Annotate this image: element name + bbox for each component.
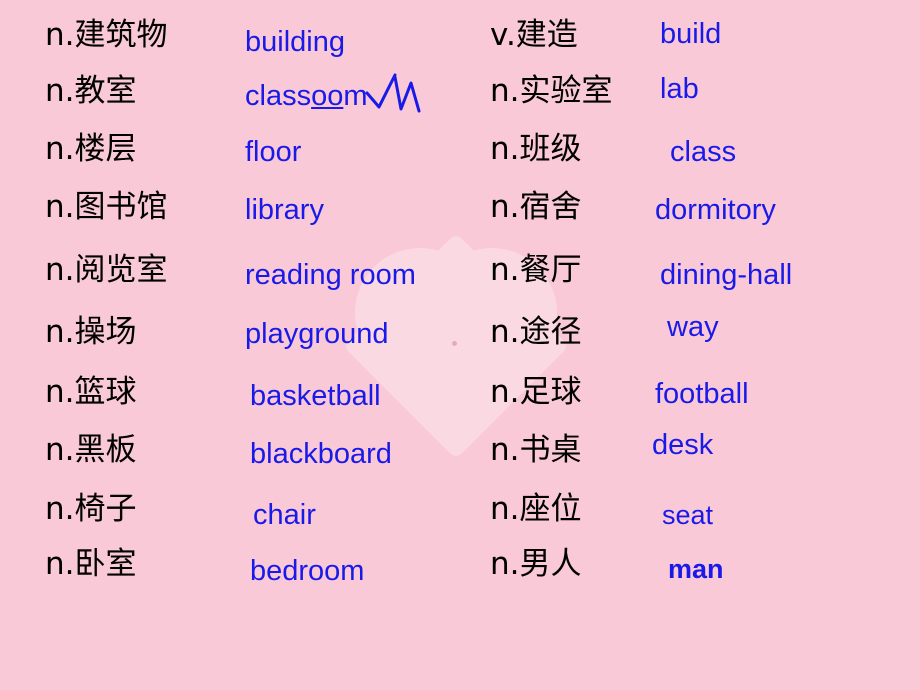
- vocab-row: n.椅子 chair: [0, 487, 455, 544]
- chinese-term: n.楼层: [45, 131, 137, 167]
- english-term: building: [245, 26, 345, 58]
- english-term: dining-hall: [660, 259, 793, 291]
- chinese-term: n.宿舍: [490, 189, 582, 225]
- chinese-term: n.实验室: [490, 73, 613, 109]
- underlined-letters: oo: [311, 80, 344, 112]
- vocab-row: n.卧室 bedroom: [0, 544, 455, 602]
- vocab-row: n.建筑物 building: [0, 0, 455, 68]
- vocab-row: n.实验室 lab: [455, 68, 920, 126]
- vocab-row: n.阅览室 reading room: [0, 249, 455, 307]
- vocab-row: n.餐厅 dining-hall: [455, 249, 920, 307]
- english-term: class: [670, 136, 737, 168]
- english-term: man: [668, 554, 724, 584]
- chinese-term: n.书桌: [490, 432, 582, 468]
- vocabulary-grid: n.建筑物 building n.教室 classoom n.楼层 floor …: [0, 0, 920, 602]
- chinese-term: n.途径: [490, 314, 582, 350]
- chinese-term: n.餐厅: [490, 252, 582, 288]
- chinese-term: n.椅子: [45, 491, 137, 527]
- english-term: way: [667, 311, 719, 343]
- vocab-row: n.书桌 desk: [455, 428, 920, 487]
- english-term: seat: [662, 500, 714, 530]
- vocab-row: v.建造 build: [455, 0, 920, 68]
- vocab-row: n.操场 playground: [0, 307, 455, 369]
- english-term: basketball: [250, 380, 381, 412]
- english-term: chair: [253, 499, 316, 531]
- vocab-row: n.男人 man: [455, 544, 920, 602]
- chinese-term: n.教室: [45, 73, 137, 109]
- chinese-term: n.图书馆: [45, 189, 168, 225]
- english-term: blackboard: [250, 438, 392, 470]
- chinese-term: n.操场: [45, 314, 137, 350]
- english-term: library: [245, 194, 324, 226]
- chinese-term: n.男人: [490, 546, 582, 582]
- chinese-term: n.卧室: [45, 546, 137, 582]
- english-term: desk: [652, 429, 714, 461]
- chinese-term: n.建筑物: [45, 17, 168, 53]
- slide-canvas: n.建筑物 building n.教室 classoom n.楼层 floor …: [0, 0, 920, 690]
- chinese-term: n.阅览室: [45, 252, 168, 288]
- chinese-term: n.黑板: [45, 432, 137, 468]
- vocab-row: n.宿舍 dormitory: [455, 184, 920, 249]
- vocab-row: n.图书馆 library: [0, 184, 455, 249]
- english-term: playground: [245, 318, 389, 350]
- chinese-term: n.班级: [490, 131, 582, 167]
- english-term: floor: [245, 136, 302, 168]
- chinese-term: n.座位: [490, 491, 582, 527]
- vocab-row: n.教室 classoom: [0, 68, 455, 126]
- english-term: lab: [660, 73, 699, 105]
- vocab-row: n.途径 way: [455, 307, 920, 369]
- english-term: build: [660, 18, 722, 50]
- english-term: dormitory: [655, 194, 776, 226]
- left-column: n.建筑物 building n.教室 classoom n.楼层 floor …: [0, 0, 455, 602]
- vocab-row: n.座位 seat: [455, 487, 920, 544]
- english-term: bedroom: [250, 555, 365, 587]
- vocab-row: n.篮球 basketball: [0, 369, 455, 428]
- chinese-term: v.建造: [490, 17, 578, 53]
- handwritten-checkmark-icon: [365, 73, 421, 113]
- vocab-row: n.班级 class: [455, 126, 920, 184]
- right-column: v.建造 build n.实验室 lab n.班级 class n.宿舍 dor…: [455, 0, 920, 602]
- english-term: classoom: [245, 80, 368, 112]
- english-term: football: [655, 378, 749, 410]
- vocab-row: n.黑板 blackboard: [0, 428, 455, 487]
- vocab-row: n.足球 football: [455, 369, 920, 428]
- english-term: reading room: [245, 259, 416, 291]
- chinese-term: n.足球: [490, 374, 582, 410]
- chinese-term: n.篮球: [45, 374, 137, 410]
- vocab-row: n.楼层 floor: [0, 126, 455, 184]
